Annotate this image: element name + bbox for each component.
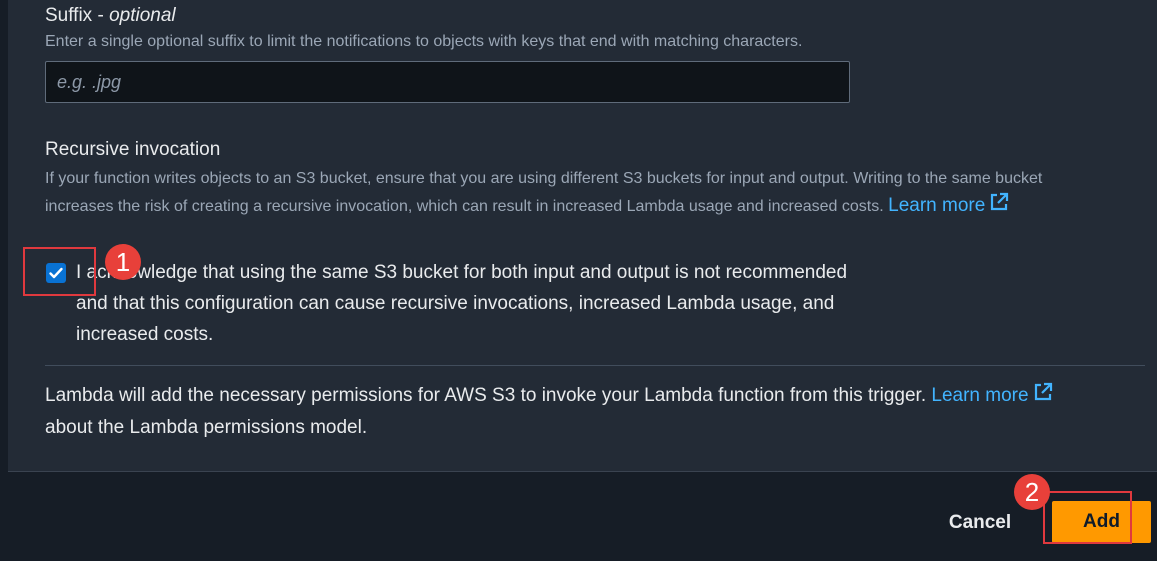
suffix-title-label: Suffix - bbox=[45, 5, 110, 26]
permissions-learn-more-label: Learn more bbox=[931, 385, 1029, 406]
recursive-invocation-title: Recursive invocation bbox=[45, 139, 221, 160]
recursive-learn-more-label: Learn more bbox=[888, 195, 986, 216]
suffix-description: Enter a single optional suffix to limit … bbox=[45, 33, 803, 50]
cancel-button[interactable]: Cancel bbox=[940, 508, 1020, 538]
annotation-badge-2: 2 bbox=[1014, 474, 1050, 510]
permissions-text-before: Lambda will add the necessary permission… bbox=[45, 385, 927, 406]
trigger-config-panel: Suffix - optional Enter a single optiona… bbox=[8, 0, 1157, 472]
permissions-text-after: about the Lambda permissions model. bbox=[45, 417, 368, 438]
suffix-title: Suffix - optional bbox=[45, 5, 176, 27]
suffix-optional-label: optional bbox=[109, 5, 176, 26]
external-link-icon bbox=[989, 192, 1009, 220]
annotation-badge-1: 1 bbox=[105, 244, 141, 280]
annotation-box-1 bbox=[23, 247, 96, 296]
recursive-learn-more-link[interactable]: Learn more bbox=[888, 192, 1009, 216]
section-divider bbox=[45, 365, 1145, 366]
acknowledge-label[interactable]: I acknowledge that using the same S3 buc… bbox=[76, 257, 856, 350]
permissions-note: Lambda will add the necessary permission… bbox=[45, 380, 1085, 443]
permissions-learn-more-link[interactable]: Learn more bbox=[931, 382, 1052, 406]
recursive-invocation-description: If your function writes objects to an S3… bbox=[45, 165, 1085, 220]
annotation-box-2 bbox=[1043, 491, 1132, 544]
suffix-input[interactable] bbox=[45, 61, 850, 103]
external-link-icon bbox=[1033, 381, 1053, 412]
